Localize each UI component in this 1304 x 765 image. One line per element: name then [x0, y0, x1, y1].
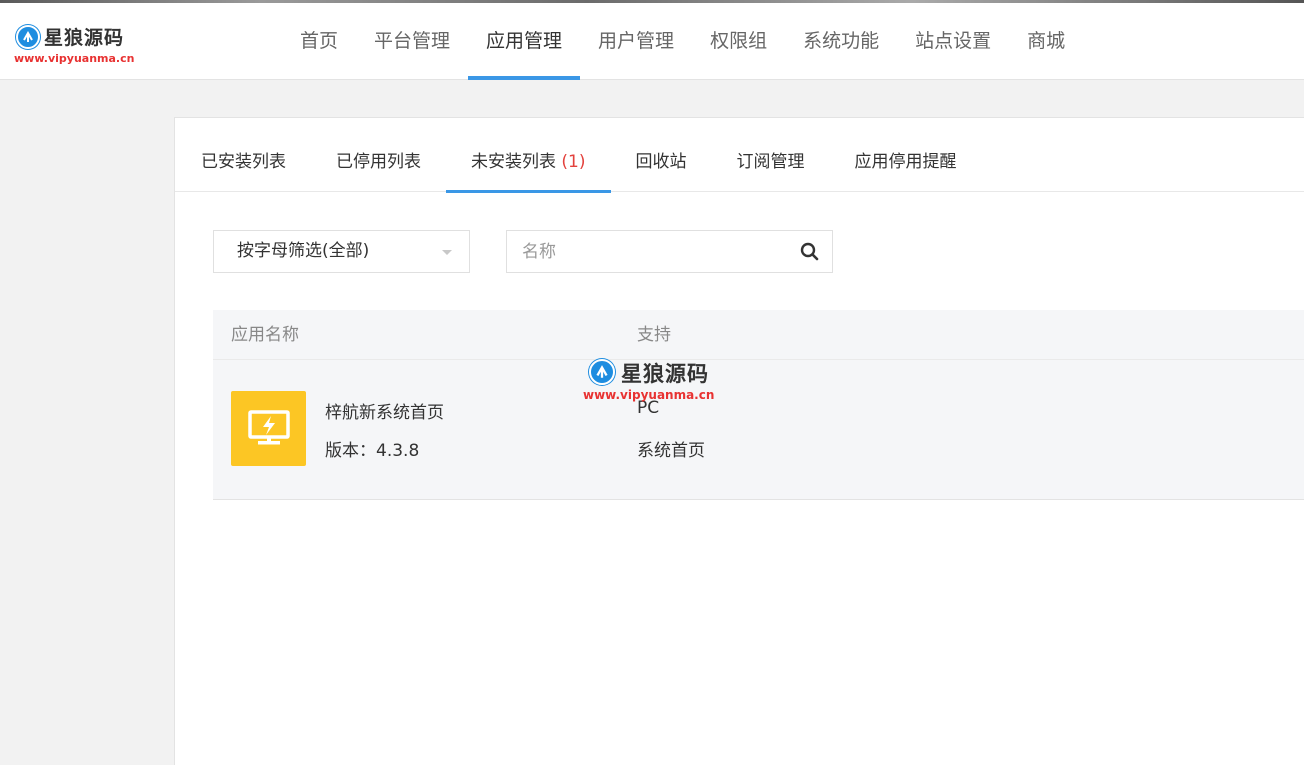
tab-installed[interactable]: 已安装列表 — [176, 118, 311, 192]
search-icon[interactable] — [798, 240, 822, 264]
nav-item-system[interactable]: 系统功能 — [785, 0, 897, 80]
brand-logo-icon — [16, 25, 40, 49]
tab-disabled[interactable]: 已停用列表 — [311, 118, 446, 192]
tab-subscriptions[interactable]: 订阅管理 — [712, 118, 830, 192]
letter-filter-value: 按字母筛选(全部) — [237, 241, 370, 261]
app-tabs: 已安装列表 已停用列表 未安装列表 (1) 回收站 订阅管理 应用停用提醒 — [175, 118, 1304, 193]
nav-item-site-settings[interactable]: 站点设置 — [897, 0, 1009, 80]
header-app-name: 应用名称 — [231, 325, 299, 345]
top-header: 星狼源码 www.vipyuanma.cn 首页 平台管理 应用管理 用户管理 … — [0, 0, 1304, 80]
brand-name: 星狼源码 — [44, 27, 125, 49]
brand-logo[interactable]: 星狼源码 www.vipyuanma.cn — [14, 22, 144, 66]
watermark-url: www.vipyuanma.cn — [583, 388, 715, 402]
search-box — [506, 230, 833, 273]
table-row[interactable]: 梓航新系统首页 版本：4.3.8 PC 系统首页 — [213, 360, 1304, 500]
header-support: 支持 — [637, 325, 671, 345]
search-input[interactable] — [507, 231, 787, 272]
monitor-lightning-icon — [231, 391, 306, 466]
support-type: 系统首页 — [637, 441, 705, 461]
watermark-logo: 星狼源码 www.vipyuanma.cn — [583, 357, 728, 403]
watermark-name: 星狼源码 — [621, 362, 709, 386]
nav-item-home[interactable]: 首页 — [282, 0, 356, 80]
tab-recycle-bin[interactable]: 回收站 — [611, 118, 712, 192]
tab-not-installed-label: 未安装列表 — [471, 152, 556, 172]
caret-down-icon — [442, 250, 452, 255]
table-header: 应用名称 支持 — [213, 310, 1304, 360]
tab-disable-reminder[interactable]: 应用停用提醒 — [830, 118, 982, 192]
nav-item-users[interactable]: 用户管理 — [580, 0, 692, 80]
nav-item-platform[interactable]: 平台管理 — [356, 0, 468, 80]
nav-item-permissions[interactable]: 权限组 — [692, 0, 785, 80]
letter-filter-select[interactable]: 按字母筛选(全部) — [213, 230, 470, 273]
nav-item-shop[interactable]: 商城 — [1009, 0, 1083, 80]
app-name: 梓航新系统首页 — [325, 403, 444, 423]
nav-item-apps[interactable]: 应用管理 — [468, 0, 581, 80]
main-nav: 首页 平台管理 应用管理 用户管理 权限组 系统功能 站点设置 商城 — [282, 0, 1083, 80]
brand-url: www.vipyuanma.cn — [14, 52, 135, 65]
app-table: 应用名称 支持 梓航新系统首页 版本：4.3.8 PC 系统首页 — [213, 310, 1304, 500]
app-version: 版本：4.3.8 — [325, 441, 420, 461]
content-panel: 已安装列表 已停用列表 未安装列表 (1) 回收站 订阅管理 应用停用提醒 按字… — [174, 117, 1304, 765]
watermark-logo-icon — [589, 359, 615, 385]
tab-not-installed[interactable]: 未安装列表 (1) — [446, 118, 611, 193]
tab-not-installed-count: (1) — [561, 152, 586, 172]
